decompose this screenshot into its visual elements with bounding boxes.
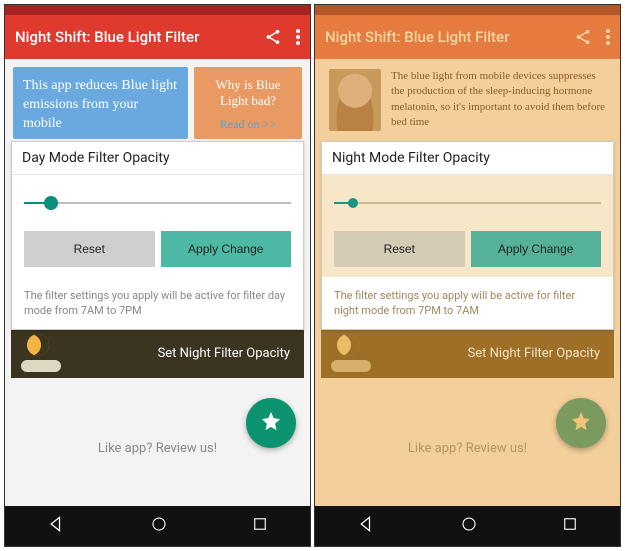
info-text: The blue light from mobile devices suppr… (391, 69, 606, 131)
status-bar (5, 5, 310, 15)
app-bar: Night Shift: Blue Light Filter (5, 15, 310, 59)
content-area: This app reduces Blue light emissions fr… (5, 59, 310, 506)
star-icon (570, 410, 592, 436)
info-row: The blue light from mobile devices suppr… (315, 59, 620, 149)
panel-hint: The filter settings you apply will be ac… (12, 277, 303, 329)
button-row: Reset Apply Change (24, 231, 291, 267)
nav-back-icon[interactable] (47, 514, 67, 538)
set-night-filter-banner[interactable]: Set Night Filter Opacity (321, 330, 614, 378)
night-banner-label: Set Night Filter Opacity (65, 346, 294, 361)
app-bar: Night Shift: Blue Light Filter (315, 15, 620, 59)
panel-hint: The filter settings you apply will be ac… (322, 277, 613, 329)
star-icon (260, 410, 282, 436)
opacity-slider[interactable] (334, 193, 601, 213)
app-title: Night Shift: Blue Light Filter (325, 28, 574, 46)
why-bad-card[interactable]: Why is Blue Light bad? Read on >> (194, 67, 302, 139)
nav-recent-icon[interactable] (251, 515, 269, 537)
nav-home-icon[interactable] (150, 515, 168, 537)
android-nav-bar (5, 506, 310, 546)
overflow-menu-icon[interactable] (296, 29, 300, 45)
panel-body: Reset Apply Change (12, 175, 303, 277)
opacity-panel: Night Mode Filter Opacity Reset Apply Ch… (321, 141, 614, 330)
slider-thumb[interactable] (348, 198, 358, 208)
moon-cloud-icon (21, 330, 65, 378)
favorite-fab[interactable] (246, 398, 296, 448)
read-on-link[interactable]: Read on >> (202, 117, 294, 132)
night-banner-label: Set Night Filter Opacity (375, 346, 604, 361)
slider-thumb[interactable] (44, 196, 58, 210)
status-bar (315, 5, 620, 15)
app-title: Night Shift: Blue Light Filter (15, 28, 264, 46)
app-bar-actions (574, 28, 610, 46)
device-left: Night Shift: Blue Light Filter This app … (4, 4, 311, 547)
set-night-filter-banner[interactable]: Set Night Filter Opacity (11, 330, 304, 378)
share-icon[interactable] (574, 28, 592, 46)
content-area: The blue light from mobile devices suppr… (315, 59, 620, 506)
overflow-menu-icon[interactable] (606, 29, 610, 45)
reset-button[interactable]: Reset (334, 231, 465, 267)
author-avatar (329, 69, 381, 131)
android-nav-bar (315, 506, 620, 546)
device-right: Night Shift: Blue Light Filter The blue … (314, 4, 621, 547)
panel-title: Night Mode Filter Opacity (322, 142, 613, 175)
panel-body: Reset Apply Change (322, 175, 613, 277)
nav-back-icon[interactable] (357, 514, 377, 538)
panel-title: Day Mode Filter Opacity (12, 142, 303, 175)
reset-button[interactable]: Reset (24, 231, 155, 267)
nav-home-icon[interactable] (460, 515, 478, 537)
slider-track (334, 202, 601, 204)
info-cards-row: This app reduces Blue light emissions fr… (5, 59, 310, 147)
button-row: Reset Apply Change (334, 231, 601, 267)
slider-track (24, 202, 291, 204)
moon-cloud-icon (331, 330, 375, 378)
share-icon[interactable] (264, 28, 282, 46)
why-bad-heading: Why is Blue Light bad? (202, 77, 294, 109)
nav-recent-icon[interactable] (561, 515, 579, 537)
opacity-panel: Day Mode Filter Opacity Reset Apply Chan… (11, 141, 304, 330)
intro-card[interactable]: This app reduces Blue light emissions fr… (13, 67, 188, 139)
app-bar-actions (264, 28, 300, 46)
apply-change-button[interactable]: Apply Change (471, 231, 602, 267)
opacity-slider[interactable] (24, 193, 291, 213)
apply-change-button[interactable]: Apply Change (161, 231, 292, 267)
favorite-fab[interactable] (556, 398, 606, 448)
